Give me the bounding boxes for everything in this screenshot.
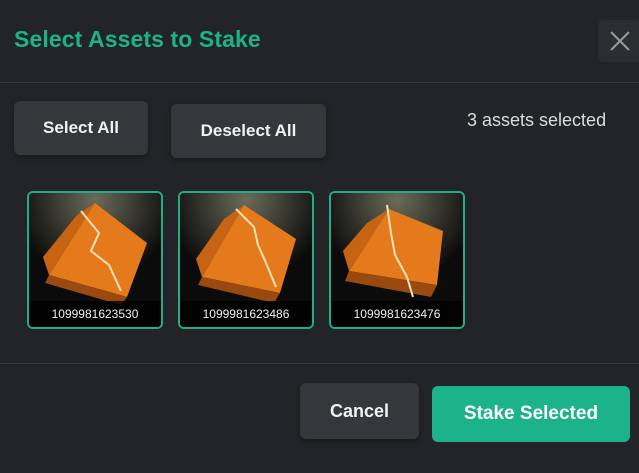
asset-card[interactable]: 1099981623476 <box>329 191 465 329</box>
asset-id: 1099981623486 <box>180 301 312 327</box>
close-button[interactable] <box>598 20 639 62</box>
asset-card[interactable]: 1099981623530 <box>27 191 163 329</box>
deselect-all-button[interactable]: Deselect All <box>171 104 326 158</box>
stake-selected-button[interactable]: Stake Selected <box>432 386 630 442</box>
footer-divider <box>0 363 639 364</box>
dialog-title: Select Assets to Stake <box>14 26 261 52</box>
cancel-button[interactable]: Cancel <box>300 383 419 439</box>
stake-dialog: Select Assets to Stake Select All Desele… <box>0 0 639 473</box>
close-icon <box>610 31 630 51</box>
asset-id: 1099981623476 <box>331 301 463 327</box>
asset-card[interactable]: 1099981623486 <box>178 191 314 329</box>
asset-id: 1099981623530 <box>29 301 161 327</box>
dialog-header: Select Assets to Stake <box>0 0 639 83</box>
select-all-button[interactable]: Select All <box>14 101 148 155</box>
selection-count: 3 assets selected <box>467 110 607 130</box>
